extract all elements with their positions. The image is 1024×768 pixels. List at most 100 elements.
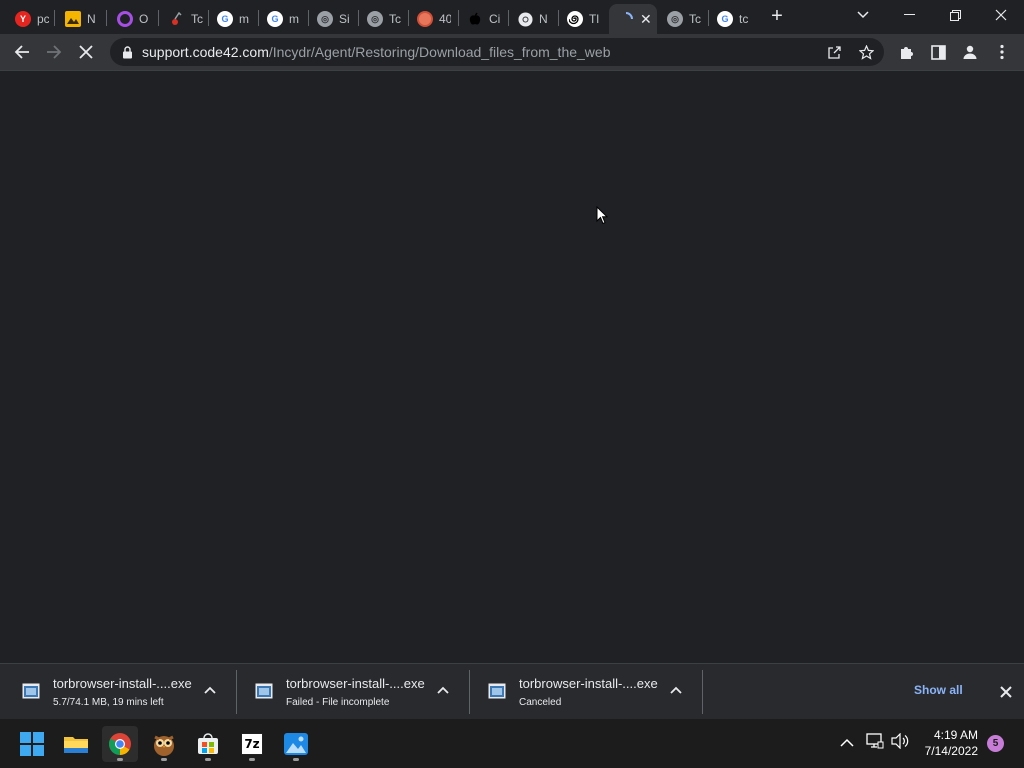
restore-button[interactable]: [932, 0, 978, 30]
notification-badge[interactable]: 5: [987, 735, 1004, 752]
exe-file-icon: [488, 683, 506, 699]
tab-13-active[interactable]: ✕: [609, 4, 657, 34]
tab-title: Tc: [689, 12, 701, 26]
windows-taskbar: 7z 4:19 AM 7/14/2022 5: [0, 719, 1024, 768]
taskbar-owl-app[interactable]: [146, 726, 182, 762]
volume-tray-button[interactable]: [891, 732, 909, 752]
show-all-downloads-link[interactable]: Show all: [914, 683, 963, 697]
store-icon: [198, 733, 218, 754]
taskbar-store[interactable]: [190, 726, 226, 762]
tab-search-button[interactable]: [840, 0, 886, 30]
tab-title: tc: [739, 12, 749, 26]
tab-title: Ci: [489, 12, 501, 26]
tab-8[interactable]: ◎ Tc: [358, 4, 406, 34]
network-tray-button[interactable]: [866, 733, 884, 752]
page-content[interactable]: [0, 71, 1024, 663]
taskbar-clock[interactable]: 4:19 AM 7/14/2022: [912, 727, 978, 759]
image-icon: [65, 11, 81, 27]
download-status: 5.7/74.1 MB, 19 mins left: [53, 697, 164, 708]
profile-icon: [963, 45, 977, 59]
owl-icon: [154, 735, 174, 756]
tab-title: 40: [439, 12, 451, 26]
address-bar[interactable]: support.code42.com/Incydr/Agent/Restorin…: [110, 38, 884, 66]
tab-strip: Y pc N O Tc G m G m ◎ Si ◎ Tc 40 Ci N Tl…: [0, 0, 1024, 34]
url-host: support.code42.com: [142, 44, 269, 60]
taskbar-photos[interactable]: [278, 726, 314, 762]
forward-button[interactable]: [40, 38, 68, 66]
menu-button[interactable]: [988, 38, 1016, 66]
chevron-up-icon[interactable]: [202, 682, 218, 698]
close-shelf-button[interactable]: [996, 682, 1016, 702]
lock-icon[interactable]: [120, 45, 134, 59]
download-item-2[interactable]: torbrowser-install-....exe Failed - File…: [237, 664, 470, 720]
tab-5[interactable]: G m: [208, 4, 256, 34]
back-button[interactable]: [8, 38, 36, 66]
tab-10[interactable]: Ci: [458, 4, 508, 34]
chevron-up-icon[interactable]: [668, 682, 684, 698]
minimize-button[interactable]: [886, 0, 932, 30]
tab-15[interactable]: G tc: [708, 4, 758, 34]
tab-3[interactable]: O: [108, 4, 156, 34]
forward-arrow-icon: [47, 45, 62, 59]
close-window-button[interactable]: [978, 0, 1024, 30]
tab-1[interactable]: Y pc: [6, 4, 50, 34]
tab-9[interactable]: 40: [408, 4, 458, 34]
running-indicator: [249, 758, 255, 761]
globe-icon: ◎: [317, 11, 333, 27]
download-item-3[interactable]: torbrowser-install-....exe Canceled: [470, 664, 703, 720]
stop-button[interactable]: [72, 38, 100, 66]
7zip-label: 7z: [244, 737, 260, 751]
extensions-button[interactable]: [892, 38, 920, 66]
new-tab-button[interactable]: +: [766, 6, 788, 28]
tab-14[interactable]: ◎ Tc: [658, 4, 708, 34]
download-shelf: torbrowser-install-....exe 5.7/74.1 MB, …: [0, 663, 1024, 719]
close-tab-icon[interactable]: ✕: [640, 11, 652, 28]
loading-icon: [618, 11, 634, 27]
running-indicator: [161, 758, 167, 761]
tab-4[interactable]: Tc: [160, 4, 208, 34]
photos-icon: [284, 733, 308, 755]
tab-11[interactable]: N: [508, 4, 558, 34]
more-vert-icon: [1000, 44, 1004, 60]
stop-icon: [79, 45, 93, 59]
start-button[interactable]: [14, 726, 50, 762]
url-text[interactable]: support.code42.com/Incydr/Agent/Restorin…: [142, 44, 611, 60]
browser-toolbar: support.code42.com/Incydr/Agent/Restorin…: [0, 34, 1024, 71]
share-icon[interactable]: [824, 42, 844, 62]
puzzle-icon: [901, 47, 913, 59]
taskbar-7zip[interactable]: 7z: [234, 726, 270, 762]
mouse-cursor-icon: [596, 206, 608, 225]
google-icon: G: [217, 11, 233, 27]
bookmark-star-icon[interactable]: [856, 42, 876, 62]
side-panel-button[interactable]: [924, 38, 952, 66]
exe-file-icon: [22, 683, 40, 699]
clock-date: 7/14/2022: [924, 744, 978, 758]
network-icon: [866, 733, 884, 749]
taskbar-file-explorer[interactable]: [58, 726, 94, 762]
tab-title: Tc: [191, 12, 203, 26]
tab-6[interactable]: G m: [258, 4, 306, 34]
target-icon: [417, 11, 433, 27]
tab-7[interactable]: ◎ Si: [308, 4, 356, 34]
profile-button[interactable]: [956, 38, 984, 66]
show-hidden-icons-button[interactable]: [840, 735, 854, 751]
google-icon: G: [267, 11, 283, 27]
running-indicator: [117, 758, 123, 761]
tab-title: N: [87, 12, 96, 26]
download-item-1[interactable]: torbrowser-install-....exe 5.7/74.1 MB, …: [4, 664, 237, 720]
tab-title: Si: [339, 12, 350, 26]
tab-12[interactable]: Tl: [558, 4, 608, 34]
chevron-up-icon[interactable]: [435, 682, 451, 698]
start-icon: [20, 732, 44, 756]
tab-2[interactable]: N: [56, 4, 104, 34]
running-indicator: [293, 758, 299, 761]
download-filename: torbrowser-install-....exe: [519, 676, 658, 691]
volume-icon: [891, 732, 909, 750]
taskbar-chrome[interactable]: [102, 726, 138, 762]
tab-title: m: [289, 12, 299, 26]
globe-icon: ◎: [667, 11, 683, 27]
url-path: /Incydr/Agent/Restoring/Download_files_f…: [268, 44, 611, 60]
opera-icon: [117, 11, 133, 27]
chrome-icon: [109, 733, 131, 755]
apple-icon: [467, 11, 483, 27]
